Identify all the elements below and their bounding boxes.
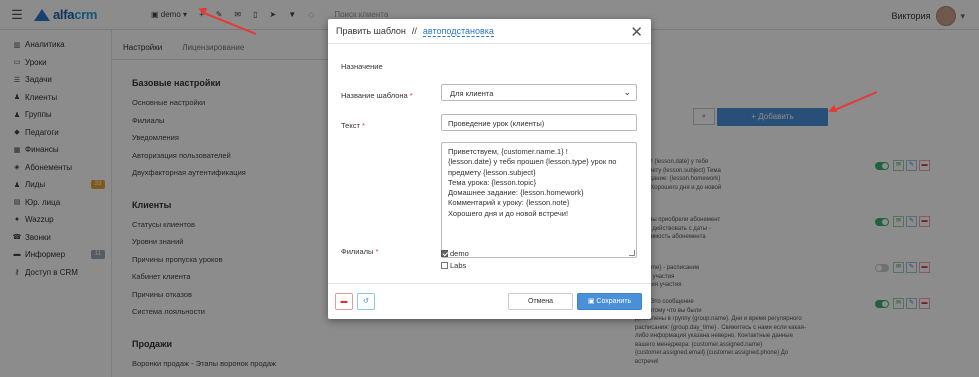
edit-template-modal: Править шаблон // автоподстановка ✕ Назн… <box>328 19 651 319</box>
branch-checkbox-labs[interactable]: Labs <box>441 261 466 270</box>
branches-label: Филиалы * <box>341 247 379 256</box>
template-name-input[interactable]: Проведение урок (клиенты) <box>441 114 637 131</box>
text-line: {lesson.date} у тебя прошел {lesson.type… <box>448 157 617 167</box>
chevron-down-icon: ⌄ <box>623 87 631 97</box>
autosubstitution-link[interactable]: автоподстановка <box>422 26 494 37</box>
modal-header: Править шаблон // автоподстановка ✕ <box>328 19 651 44</box>
text-line: Тема урока: {lesson.topic} <box>448 177 537 187</box>
modal-title: Править шаблон <box>336 26 406 36</box>
text-label: Текст * <box>341 121 365 130</box>
checkbox-label: Labs <box>450 261 467 270</box>
purpose-label: Назначение <box>341 62 383 71</box>
title-separator: // <box>411 26 417 36</box>
branch-checkbox-demo[interactable]: demo <box>441 249 469 258</box>
text-line: предмету {lesson.subject} <box>448 167 536 177</box>
text-line: Домашнее задание: {lesson.homework} <box>448 188 584 198</box>
template-text-textarea[interactable]: Приветствуем, {customer.name.1} ! {lesso… <box>441 142 637 258</box>
template-name-label: Название шаблона * <box>341 91 413 100</box>
delete-button[interactable]: ▬ <box>335 293 353 310</box>
checkbox-checked-icon[interactable] <box>441 250 448 257</box>
save-label: Сохранить <box>596 298 632 305</box>
save-button[interactable]: ▣ Сохранить <box>577 293 642 310</box>
close-icon[interactable]: ✕ <box>630 23 643 41</box>
text-line: Комментарий к уроку: {lesson.note} <box>448 198 570 208</box>
reset-button[interactable]: ↺ <box>357 293 375 310</box>
undo-icon: ↺ <box>363 298 369 305</box>
checkbox-unchecked-icon[interactable] <box>441 262 448 269</box>
text-line: Хорошего дня и до новой встречи! <box>448 208 569 218</box>
modal-footer: ▬ ↺ Отмена ▣ Сохранить <box>328 283 651 319</box>
purpose-select[interactable]: Для клиента ⌄ <box>441 84 637 101</box>
trash-icon: ▬ <box>340 298 348 305</box>
text-line: Приветствуем, {customer.name.1} ! <box>448 147 568 156</box>
resize-handle[interactable] <box>629 250 635 256</box>
cancel-button[interactable]: Отмена <box>508 293 573 310</box>
save-icon: ▣ <box>587 298 595 305</box>
checkbox-label: demo <box>450 249 469 258</box>
